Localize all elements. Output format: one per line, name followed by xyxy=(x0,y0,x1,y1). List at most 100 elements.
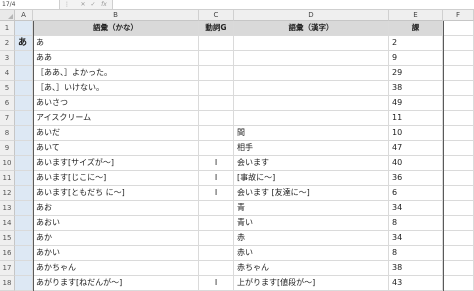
cell-verb-group[interactable] xyxy=(199,36,234,51)
name-box[interactable]: 17/4 xyxy=(0,0,60,9)
row-header[interactable]: 12 xyxy=(0,186,15,201)
cell-kanji[interactable]: 青い xyxy=(234,216,389,231)
cell-verb-group[interactable] xyxy=(199,66,234,81)
cell-kanji[interactable]: 赤ちゃん xyxy=(234,261,389,276)
col-header-e[interactable]: E xyxy=(389,10,443,21)
cell-kanji[interactable]: 会います [友達に〜] xyxy=(234,186,389,201)
cell-verb-group[interactable] xyxy=(199,261,234,276)
row-header[interactable]: 2 xyxy=(0,36,15,51)
row-header[interactable]: 8 xyxy=(0,126,15,141)
cell-f[interactable] xyxy=(443,231,474,246)
cell-kana[interactable]: あか xyxy=(33,231,199,246)
cell-kana[interactable]: あいます[サイズが〜] xyxy=(33,156,199,171)
cell-a[interactable] xyxy=(15,156,33,171)
cell-a[interactable]: あ xyxy=(15,36,33,51)
row-header[interactable]: 9 xyxy=(0,141,15,156)
cell-kanji[interactable]: [事故に〜] xyxy=(234,171,389,186)
row-header[interactable]: 15 xyxy=(0,231,15,246)
cell-verb-group[interactable] xyxy=(199,231,234,246)
header-cell-kanji[interactable]: 語彙（漢字） xyxy=(234,21,389,36)
cell-kana[interactable]: あかちゃん xyxy=(33,261,199,276)
cell-kanji[interactable] xyxy=(234,36,389,51)
cell-a[interactable] xyxy=(15,141,33,156)
cell-f[interactable] xyxy=(443,96,474,111)
cell-kana[interactable]: あいます[ともだち に〜] xyxy=(33,186,199,201)
cell-kanji[interactable]: 上がります[値段が〜] xyxy=(234,276,389,291)
cell-kana[interactable]: あいて xyxy=(33,141,199,156)
cell-kanji[interactable]: 赤い xyxy=(234,246,389,261)
cell-f[interactable] xyxy=(443,186,474,201)
cell-kana[interactable]: ［ああ、］よかった。 xyxy=(33,66,199,81)
cell-verb-group[interactable] xyxy=(199,201,234,216)
cell-kana[interactable]: ［あ、］いけない。 xyxy=(33,81,199,96)
cell-lesson[interactable]: 34 xyxy=(389,201,443,216)
header-cell-kana[interactable]: 語彙（かな） xyxy=(33,21,199,36)
cell-verb-group[interactable] xyxy=(199,111,234,126)
cell-f[interactable] xyxy=(443,141,474,156)
col-header-d[interactable]: D xyxy=(234,10,389,21)
cell-verb-group[interactable]: I xyxy=(199,171,234,186)
cell-kanji[interactable]: 青 xyxy=(234,201,389,216)
cell-a[interactable] xyxy=(15,111,33,126)
cell-a[interactable] xyxy=(15,261,33,276)
cell-kana[interactable]: あいます[じこに〜] xyxy=(33,171,199,186)
cell-verb-group[interactable] xyxy=(199,216,234,231)
row-header[interactable]: 5 xyxy=(0,81,15,96)
cell-kanji[interactable]: 間 xyxy=(234,126,389,141)
cell-lesson[interactable]: 8 xyxy=(389,216,443,231)
row-header[interactable]: 17 xyxy=(0,261,15,276)
cell-f[interactable] xyxy=(443,66,474,81)
cell-f[interactable] xyxy=(443,126,474,141)
cell-kana[interactable]: アイスクリーム xyxy=(33,111,199,126)
function-icon[interactable]: fx xyxy=(97,0,111,9)
cell-kanji[interactable] xyxy=(234,66,389,81)
cell-f[interactable] xyxy=(443,51,474,66)
cell-verb-group[interactable] xyxy=(199,81,234,96)
row-header[interactable]: 1 xyxy=(0,21,15,36)
cell-lesson[interactable]: 6 xyxy=(389,186,443,201)
cell-verb-group[interactable]: I xyxy=(199,186,234,201)
cell-lesson[interactable]: 8 xyxy=(389,246,443,261)
cell-verb-group[interactable] xyxy=(199,96,234,111)
cell-kanji[interactable] xyxy=(234,111,389,126)
cell-a[interactable] xyxy=(15,81,33,96)
cell-lesson[interactable]: 43 xyxy=(389,276,443,291)
cell-lesson[interactable]: 29 xyxy=(389,66,443,81)
cell-f[interactable] xyxy=(443,261,474,276)
cell-lesson[interactable]: 10 xyxy=(389,126,443,141)
row-header[interactable]: 3 xyxy=(0,51,15,66)
row-header[interactable]: 10 xyxy=(0,156,15,171)
header-cell-verb-group[interactable]: 動詞G xyxy=(199,21,234,36)
cell-verb-group[interactable] xyxy=(199,141,234,156)
cell-kanji[interactable]: 相手 xyxy=(234,141,389,156)
cell-a[interactable] xyxy=(15,126,33,141)
row-header[interactable]: 4 xyxy=(0,66,15,81)
cell-kana[interactable]: あいさつ xyxy=(33,96,199,111)
cell-kana[interactable]: あがります[ねだんが〜] xyxy=(33,276,199,291)
cell-a[interactable] xyxy=(15,276,33,291)
cell-a[interactable] xyxy=(15,96,33,111)
cell-verb-group[interactable] xyxy=(199,246,234,261)
cell-lesson[interactable]: 2 xyxy=(389,36,443,51)
formula-input[interactable] xyxy=(112,0,474,9)
cell-f[interactable] xyxy=(443,216,474,231)
cell-a[interactable] xyxy=(15,51,33,66)
row-header[interactable]: 13 xyxy=(0,201,15,216)
cell-lesson[interactable]: 40 xyxy=(389,156,443,171)
cell-kana[interactable]: あおい xyxy=(33,216,199,231)
cell-a[interactable] xyxy=(15,186,33,201)
header-cell-a[interactable] xyxy=(15,21,33,36)
cell-f[interactable] xyxy=(443,111,474,126)
cell-lesson[interactable]: 38 xyxy=(389,81,443,96)
col-header-f[interactable]: F xyxy=(443,10,474,21)
col-header-a[interactable]: A xyxy=(15,10,33,21)
cell-f[interactable] xyxy=(443,36,474,51)
cell-kana[interactable]: あお xyxy=(33,201,199,216)
row-header[interactable]: 18 xyxy=(0,276,15,291)
cell-kanji[interactable]: 会います xyxy=(234,156,389,171)
cell-verb-group[interactable] xyxy=(199,126,234,141)
cell-verb-group[interactable]: I xyxy=(199,276,234,291)
select-all-corner[interactable] xyxy=(0,10,15,21)
row-header[interactable]: 16 xyxy=(0,246,15,261)
cell-f[interactable] xyxy=(443,246,474,261)
